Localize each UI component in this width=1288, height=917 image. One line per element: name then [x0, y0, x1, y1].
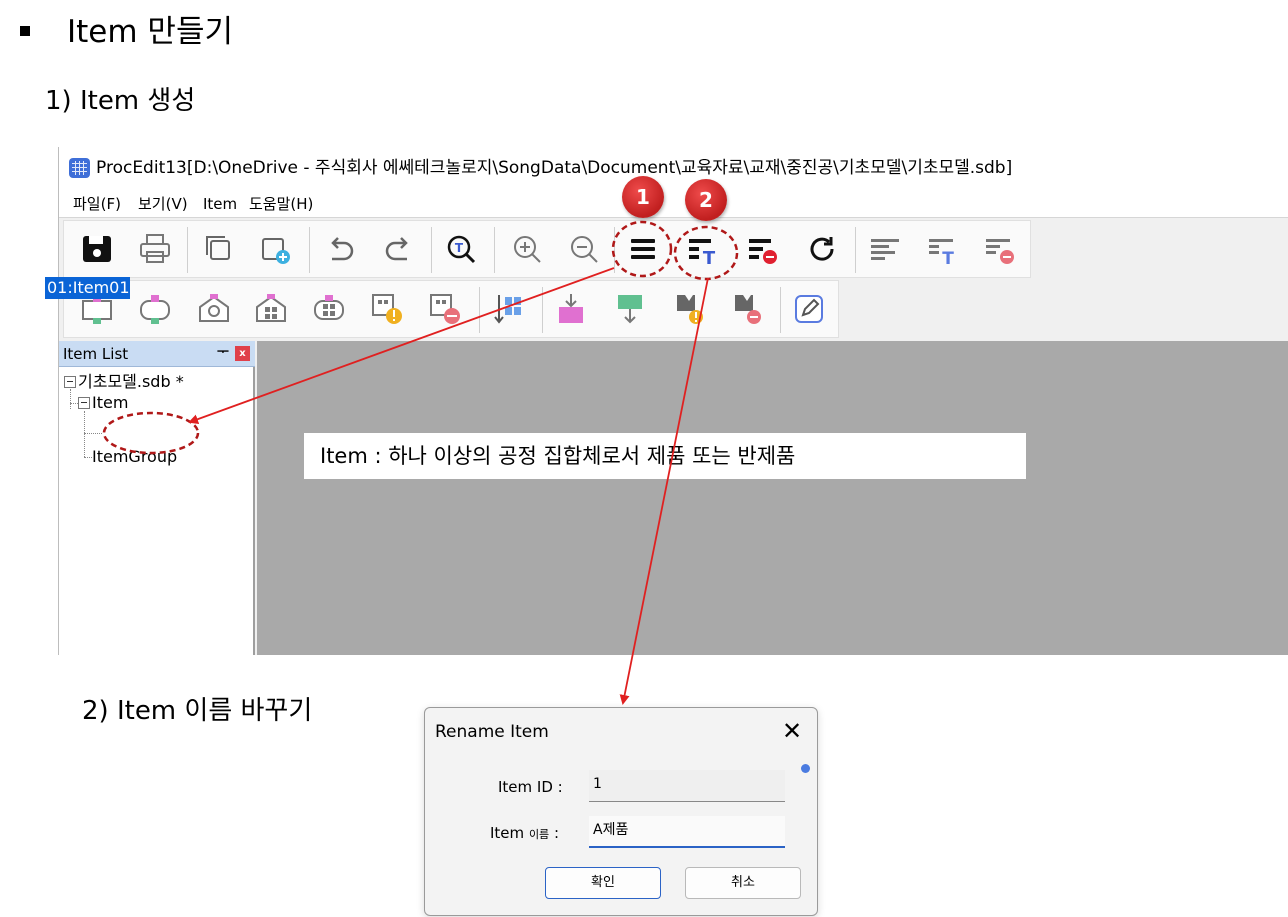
workspace-canvas[interactable]: [257, 341, 1288, 655]
redo-icon[interactable]: [378, 229, 420, 269]
process-remove-icon[interactable]: [424, 289, 466, 329]
process-search-icon[interactable]: [193, 289, 235, 329]
item-name-label-main: Item: [490, 824, 525, 842]
tree-node-itemgroup[interactable]: ItemGroup: [92, 447, 177, 467]
panel-title: Item List: [63, 345, 129, 363]
process-warning-icon[interactable]: [366, 289, 408, 329]
cancel-button[interactable]: 취소: [685, 867, 801, 899]
menu-bar: 파일(F) 보기(V) Item 도움말(H): [59, 189, 1288, 218]
rename-dialog: Rename Item ✕ Item ID : 1 Item 이름 : A제품 …: [424, 707, 818, 916]
item-name-field[interactable]: A제품: [589, 816, 785, 848]
item-id-label: Item ID :: [498, 778, 563, 796]
process-toolbar: [63, 280, 839, 338]
edit-icon[interactable]: [788, 289, 830, 329]
process-rounded-icon[interactable]: [134, 289, 176, 329]
item-name-label: Item 이름 :: [490, 823, 559, 845]
process-group-icon[interactable]: [250, 289, 292, 329]
flag-warning-icon[interactable]: [668, 289, 710, 329]
step2-heading: 2) Item 이름 바꾸기: [82, 696, 313, 726]
print-icon[interactable]: [134, 229, 176, 269]
tree-selected-item[interactable]: 01:Item01: [45, 277, 130, 299]
step-badge-1: 1: [622, 176, 664, 218]
menu-view[interactable]: 보기(V): [138, 194, 188, 214]
panel-close-icon[interactable]: x: [235, 346, 250, 361]
ok-button[interactable]: 확인: [545, 867, 661, 899]
svg-text:T: T: [455, 241, 464, 255]
item-list-icon[interactable]: [622, 229, 664, 269]
add-window-icon[interactable]: [254, 229, 296, 269]
svg-text:T: T: [703, 248, 716, 267]
refresh-icon[interactable]: [801, 229, 843, 269]
item-name-label-small: 이름: [528, 828, 550, 841]
step-badge-2: 2: [685, 179, 727, 221]
insert-down-icon[interactable]: [550, 289, 592, 329]
arrange-icon[interactable]: [488, 289, 530, 329]
find-text-icon[interactable]: T: [440, 229, 482, 269]
bullet-marker: [20, 26, 30, 36]
pin-icon[interactable]: ᅮ: [217, 346, 229, 360]
close-icon[interactable]: ✕: [777, 716, 807, 746]
panel-header: Item List ᅮ x: [59, 341, 255, 367]
window-title: ProcEdit13[D:\OneDrive - 주식회사 에쎄테크놀로지\So…: [96, 158, 1013, 178]
help-icon[interactable]: [801, 764, 810, 773]
process-group-alt-icon[interactable]: [308, 289, 350, 329]
tree-root[interactable]: 기초모델.sdb *: [78, 372, 184, 392]
app-window: ProcEdit13[D:\OneDrive - 주식회사 에쎄테크놀로지\So…: [58, 147, 1288, 655]
save-icon[interactable]: [76, 229, 118, 269]
item-name-label-colon: :: [553, 824, 560, 842]
menu-item[interactable]: Item: [203, 194, 237, 214]
text-align-icon[interactable]: T: [922, 229, 964, 269]
tree-node-item[interactable]: Item: [92, 393, 128, 413]
rename-item-icon[interactable]: T: [682, 229, 724, 269]
zoom-out-icon[interactable]: [563, 229, 605, 269]
align-icon[interactable]: [864, 229, 906, 269]
svg-text:T: T: [942, 249, 954, 267]
title-bar: ProcEdit13[D:\OneDrive - 주식회사 에쎄테크놀로지\So…: [59, 147, 1288, 189]
item-list-panel: Item List ᅮ x 기초모델.sdb * Item ItemGroup: [59, 341, 255, 655]
page-heading: Item 만들기: [67, 14, 233, 50]
step1-heading: 1) Item 생성: [45, 86, 196, 116]
definition-callout: Item : 하나 이상의 공정 집합체로서 제품 또는 반제품: [304, 433, 1026, 479]
undo-icon[interactable]: [319, 229, 361, 269]
dialog-title: Rename Item: [435, 722, 549, 742]
menu-help[interactable]: 도움말(H): [249, 194, 313, 214]
item-id-field[interactable]: 1: [589, 770, 785, 802]
zoom-in-icon[interactable]: [506, 229, 548, 269]
menu-file[interactable]: 파일(F): [73, 194, 121, 214]
app-icon: [69, 158, 90, 178]
remove-align-icon[interactable]: [979, 229, 1021, 269]
collapse-root-icon[interactable]: [64, 376, 76, 388]
main-toolbar: T T T: [63, 220, 1031, 278]
collapse-item-icon[interactable]: [78, 397, 90, 409]
move-down-icon[interactable]: [609, 289, 651, 329]
delete-item-icon[interactable]: [742, 229, 784, 269]
flag-remove-icon[interactable]: [726, 289, 768, 329]
copy-icon[interactable]: [196, 229, 238, 269]
